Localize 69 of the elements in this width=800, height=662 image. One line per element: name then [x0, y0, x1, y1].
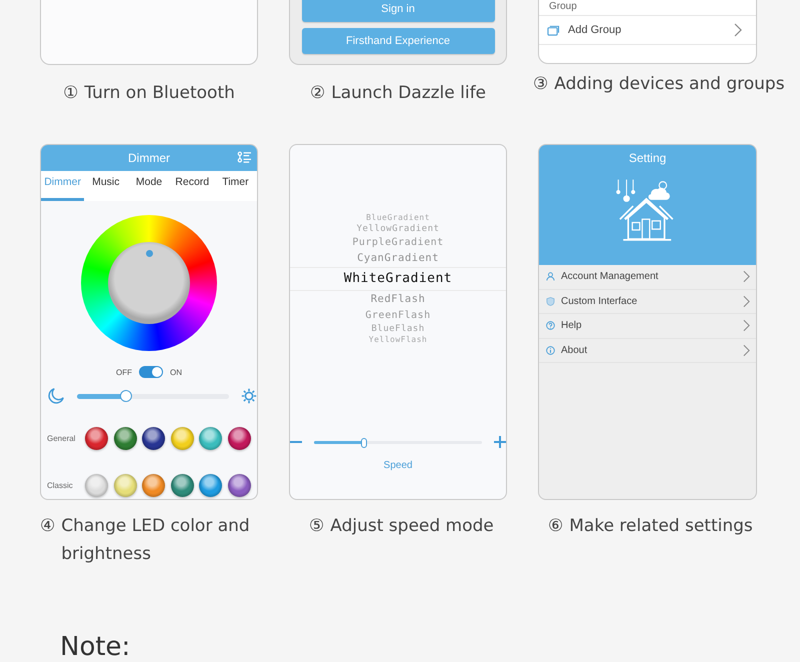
mode-option[interactable]: WhiteGradient	[290, 267, 506, 291]
color-swatch[interactable]	[199, 427, 222, 450]
chevron-icon	[734, 23, 742, 37]
step-caption: Make related settings	[569, 515, 753, 538]
color-swatch[interactable]	[114, 474, 136, 497]
app-button[interactable]: Sign in	[302, 0, 494, 22]
menu-item[interactable]: Account Management	[539, 265, 756, 290]
plus-icon[interactable]	[494, 436, 506, 448]
moon-icon	[47, 387, 65, 405]
chevron-icon	[743, 270, 750, 284]
color-swatch[interactable]	[228, 427, 250, 450]
step-caption: Adding devices and groups	[554, 73, 785, 96]
step-number: ⑥	[548, 515, 564, 538]
mode-option[interactable]: YellowGradient	[356, 223, 440, 235]
step-number: ②	[310, 82, 326, 105]
mode-option[interactable]: BlueFlash	[371, 323, 425, 335]
step-caption: Launch Dazzle life	[331, 82, 486, 105]
step-number: ⑤	[309, 515, 324, 538]
tab[interactable]: Timer	[214, 171, 257, 201]
chevron-icon	[743, 294, 750, 308]
off-label: OFF	[116, 368, 132, 376]
palette-label: Classic	[47, 481, 74, 490]
step-number: ③	[533, 73, 548, 96]
tab[interactable]: Music	[84, 171, 128, 201]
person-icon	[546, 272, 555, 282]
color-swatch[interactable]	[170, 474, 194, 497]
tab[interactable]: Record	[170, 171, 214, 201]
step-number: ④	[40, 515, 56, 538]
cards-icon	[547, 24, 560, 36]
screen-title: Setting	[628, 151, 666, 165]
mode-option[interactable]: CyanGradient	[357, 250, 439, 267]
color-swatch[interactable]	[85, 427, 108, 450]
app-button[interactable]: Firsthand Experience	[302, 28, 494, 54]
sun-icon	[241, 388, 257, 404]
step-number: ①	[63, 82, 78, 105]
color-swatch[interactable]	[170, 427, 194, 450]
shield-icon	[546, 296, 555, 306]
power-toggle[interactable]	[139, 366, 163, 378]
chevron-icon	[743, 319, 750, 332]
info-icon	[546, 346, 555, 355]
color-swatch[interactable]	[199, 474, 222, 497]
step-caption: Adjust speed mode	[330, 515, 494, 538]
color-swatch[interactable]	[142, 474, 165, 497]
step-caption: Turn on Bluetooth	[84, 82, 235, 105]
help-icon	[546, 321, 555, 330]
mode-option[interactable]: PurpleGradient	[352, 235, 444, 250]
mode-option[interactable]: BlueGradient	[366, 213, 430, 223]
tab[interactable]: Mode	[127, 171, 171, 201]
on-label: ON	[170, 368, 182, 376]
chevron-icon	[743, 344, 750, 357]
menu-item[interactable]: Help	[539, 314, 756, 338]
palette-label: General	[47, 434, 76, 443]
color-swatch[interactable]	[114, 427, 136, 450]
color-swatch[interactable]	[85, 474, 108, 497]
color-swatch[interactable]	[228, 474, 250, 497]
list-settings-icon[interactable]	[237, 151, 252, 164]
screen-title: Dimmer	[128, 151, 170, 165]
mode-option[interactable]: YellowFlash	[368, 335, 428, 345]
mode-option[interactable]: RedFlash	[370, 291, 426, 308]
tab[interactable]: Dimmer	[41, 171, 84, 201]
note-heading: Note:	[60, 632, 132, 662]
menu-item[interactable]: Custom Interface	[539, 290, 756, 314]
list-item[interactable]: Add Group	[539, 15, 756, 45]
section-label: Group	[548, 1, 578, 14]
speed-label: Speed	[382, 460, 414, 471]
menu-item[interactable]: About	[539, 338, 756, 363]
color-swatch[interactable]	[142, 427, 165, 450]
step-caption: Change LED color and brightness	[61, 515, 251, 566]
mode-option[interactable]: GreenFlash	[365, 308, 431, 323]
